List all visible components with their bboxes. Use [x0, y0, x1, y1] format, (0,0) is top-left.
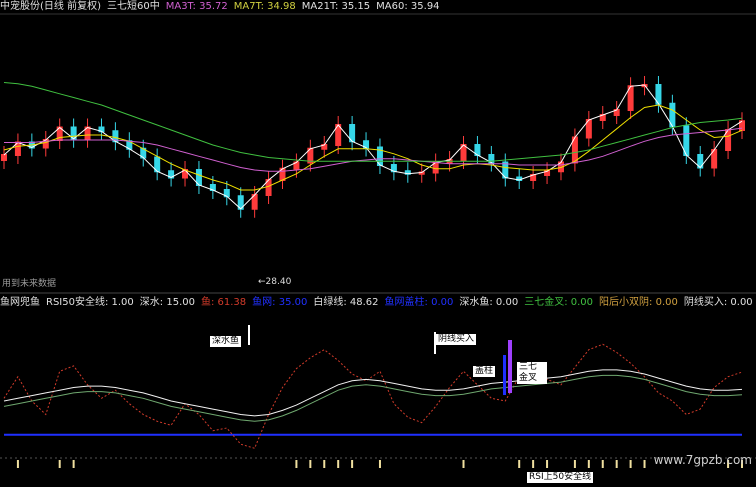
candle-body: [697, 154, 704, 169]
signal-bar: [615, 460, 618, 468]
grid-lines: [0, 13, 756, 459]
future-data-hint: 用到未来数据: [2, 279, 57, 289]
signal-bar: [546, 460, 549, 468]
deep-water-value: 深水: 15.00: [139, 297, 195, 308]
stock-title: 中宠股份(日线 前复权): [0, 1, 101, 12]
indicator-name: 鱼网兜鱼: [0, 297, 40, 308]
safe-line-tag: RSI上50安全线: [527, 472, 594, 483]
formula-name: 三七短60中: [106, 1, 160, 12]
signal-bar: [462, 460, 465, 468]
signal-bar: [518, 460, 521, 468]
signal-bar: [587, 460, 590, 468]
cover-column-purple: [508, 340, 512, 393]
yin-buy-value: 阴线买入: 0.00: [683, 297, 753, 308]
candle-body: [265, 179, 272, 196]
cover-column-tag: 盖柱: [473, 366, 496, 377]
cover-column-blue: [503, 355, 506, 395]
golden-cross-value: 三七金叉: 0.00: [524, 297, 594, 308]
signal-bar: [295, 460, 298, 468]
signal-bar: [323, 460, 326, 468]
signal-bar: [532, 460, 535, 468]
signal-bar: [72, 460, 75, 468]
fish-line: [3, 343, 743, 449]
candle-body: [70, 126, 77, 140]
deep-fish-value: 深水鱼: 0.00: [459, 297, 519, 308]
signal-bar: [309, 460, 312, 468]
candles: [1, 76, 745, 218]
ma60-value: MA60: 35.94: [376, 1, 440, 12]
signal-bar: [629, 460, 632, 468]
green-line: [3, 374, 743, 422]
white-line-value: 白绿线: 48.62: [313, 297, 379, 308]
yin-buy-tag: 阴线买入: [436, 334, 477, 345]
deep-fish-tag: 深水鱼: [210, 336, 242, 347]
yang-double-value: 阳后小双阴: 0.00: [599, 297, 678, 308]
candle-body: [1, 154, 7, 161]
ma21-value: MA21T: 35.15: [301, 1, 371, 12]
indicator-bars: [16, 460, 743, 468]
candle-body: [432, 161, 439, 174]
indicator-lines: [3, 343, 743, 449]
signal-bar: [337, 460, 340, 468]
fish-value: 鱼: 61.38: [200, 297, 247, 308]
indicator-header: 鱼网兜鱼 RSI50安全线: 1.00 深水: 15.00 鱼: 61.38 鱼网: 3…: [0, 297, 756, 309]
top-header: 中宠股份(日线 前复权) 三七短60中 MA3T: 35.72 MA7T: 34.98…: [0, 1, 446, 13]
golden-cross-tag: 三七金叉: [517, 362, 547, 384]
signal-bar: [58, 460, 61, 468]
fishnet-value: 鱼网: 35.00: [252, 297, 308, 308]
low-price-label: ←28.40: [258, 277, 292, 287]
stock-chart: [0, 13, 756, 468]
signal-bar: [573, 460, 576, 468]
signal-bar: [351, 460, 354, 468]
candle-body: [739, 120, 745, 131]
ma3-value: MA3T: 35.72: [165, 1, 228, 12]
signal-bar: [378, 460, 381, 468]
deep-fish-marker: [248, 325, 250, 345]
watermark: www.7gpzb.com: [653, 453, 752, 467]
ma7-value: MA7T: 34.98: [233, 1, 296, 12]
ma-line-MA7T: [3, 104, 743, 191]
signal-bar: [16, 460, 19, 468]
signal-bar: [601, 460, 604, 468]
candle-body: [474, 144, 481, 156]
fishnet-col-value: 鱼网盖柱: 0.00: [384, 297, 454, 308]
rsi-safe-value: RSI50安全线: 1.00: [46, 297, 134, 308]
signal-bar: [643, 460, 646, 468]
